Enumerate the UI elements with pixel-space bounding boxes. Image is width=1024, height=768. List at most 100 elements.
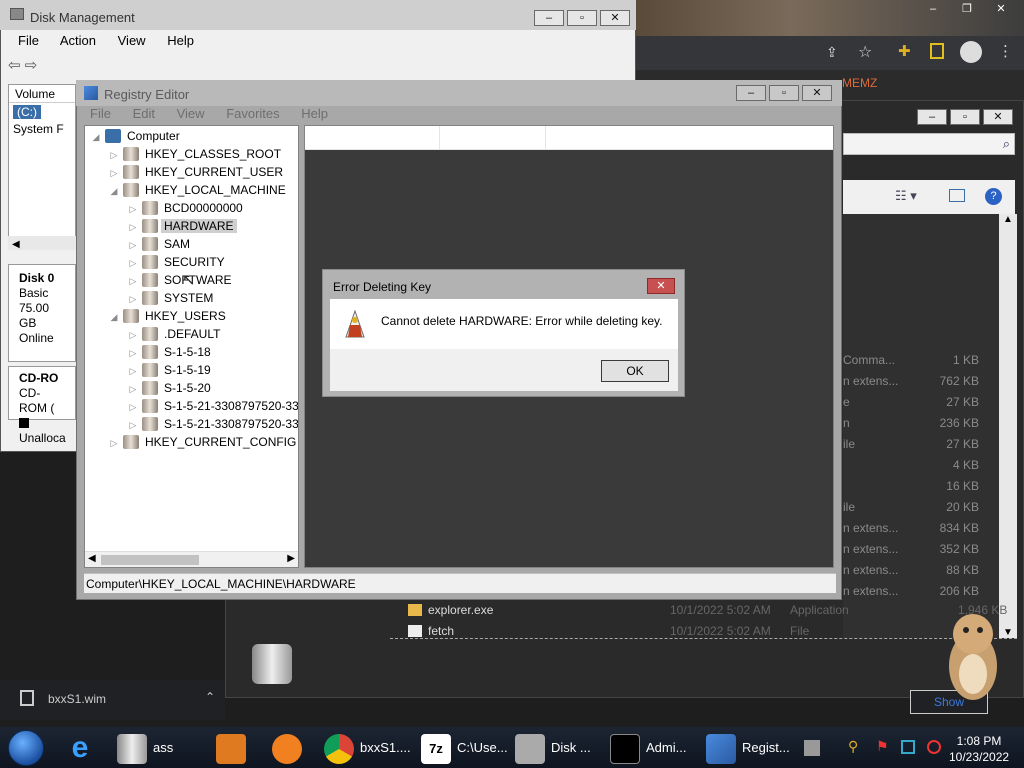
dm-close-button[interactable]: ✕ [600, 10, 630, 26]
list-item[interactable]: n extens... 834 KB [843, 518, 999, 539]
reg-minimize-button[interactable]: – [736, 85, 766, 101]
chrome-close-button[interactable]: ✕ [986, 2, 1016, 18]
tree-node-hklm[interactable]: ◢ HKEY_LOCAL_MACHINE [109, 181, 289, 199]
explorer-close-button[interactable]: ✕ [983, 109, 1013, 125]
explorer-search-box[interactable]: ⌕ [843, 133, 1015, 155]
menu-help[interactable]: Help [167, 33, 194, 48]
tree-node-hkcc[interactable]: ▷ HKEY_CURRENT_CONFIG [109, 433, 298, 451]
help-icon[interactable]: ? [985, 188, 1002, 205]
reg-close-button[interactable]: ✕ [802, 85, 832, 101]
taskbar-item-ass[interactable]: ass [117, 727, 173, 768]
tree-node-system[interactable]: ▷ SYSTEM [128, 289, 216, 307]
list-item[interactable]: ile 27 KB [843, 434, 999, 455]
dialog-close-button[interactable]: ✕ [647, 278, 675, 294]
chrome-menu-icon[interactable]: ⋮ [998, 42, 1013, 60]
view-options-icon[interactable]: ☷ ▾ [895, 188, 917, 204]
menu-file[interactable]: File [18, 33, 39, 48]
taskbar-item-7zip[interactable]: 7z C:\Use... [421, 727, 508, 768]
tree-node-s-1-5-21-a[interactable]: ▷ S-1-5-21-3308797520-336 [128, 397, 298, 415]
menu-edit[interactable]: Edit [133, 106, 155, 121]
tree-node-s-1-5-21-b[interactable]: ▷ S-1-5-21-3308797520-336 [128, 415, 298, 433]
explorer-scrollbar[interactable]: ▲ ▼ [999, 214, 1017, 638]
reg-maximize-button[interactable]: ▫ [769, 85, 799, 101]
list-item[interactable]: 16 KB [843, 476, 999, 497]
sidepanel-icon[interactable] [930, 43, 944, 59]
bookmark-star-icon[interactable]: ☆ [858, 42, 872, 62]
disk0-panel[interactable]: Disk 0 Basic 75.00 GB Online [8, 264, 76, 362]
taskbar-item-chrome[interactable]: bxxS1.... [324, 727, 411, 768]
scroll-left-icon[interactable]: ◀ [88, 553, 96, 564]
cdrom-panel[interactable]: CD-RO CD-ROM ( Unalloca [8, 366, 76, 445]
tree-node-s-1-5-20[interactable]: ▷ S-1-5-20 [128, 379, 214, 397]
scroll-left-icon[interactable]: ◀ [8, 239, 20, 250]
back-arrow-icon[interactable]: ⇦ [8, 57, 21, 74]
ie-icon[interactable]: e [62, 731, 98, 765]
tree-node-hardware[interactable]: ▷ HARDWARE [128, 217, 237, 235]
list-item[interactable]: 4 KB [843, 455, 999, 476]
list-item[interactable]: n 236 KB [843, 413, 999, 434]
tree-node-default[interactable]: ▷ .DEFAULT [128, 325, 223, 343]
profile-avatar[interactable] [960, 41, 982, 63]
tray-volume-icon[interactable] [927, 740, 941, 754]
taskbar-item-cmd[interactable]: Admi... [610, 727, 686, 768]
scroll-thumb[interactable] [101, 555, 199, 565]
dm-maximize-button[interactable]: ▫ [567, 10, 597, 26]
tree-node-s-1-5-18[interactable]: ▷ S-1-5-18 [128, 343, 214, 361]
list-item[interactable]: explorer.exe 10/1/2022 5:02 AM Applicati… [408, 603, 1007, 623]
list-item[interactable]: Comma... 1 KB [843, 350, 999, 371]
tree-node-hkcu[interactable]: ▷ HKEY_CURRENT_USER [109, 163, 286, 181]
dm-hscrollbar[interactable]: ◀ [8, 236, 76, 250]
ok-button[interactable]: OK [601, 360, 669, 382]
tree-hscrollbar[interactable]: ◀ ▶ [85, 551, 298, 567]
menu-view[interactable]: View [177, 106, 205, 121]
explorer-minimize-button[interactable]: – [917, 109, 947, 125]
share-icon[interactable]: ⇪ [826, 44, 838, 61]
menu-favorites[interactable]: Favorites [226, 106, 279, 121]
folder-icon [142, 291, 158, 305]
tray-search-icon[interactable]: ⚲ [848, 738, 858, 755]
menu-file[interactable]: File [90, 106, 111, 121]
list-item[interactable]: ile 20 KB [843, 497, 999, 518]
taskbar-item-disk[interactable]: Disk ... [515, 727, 591, 768]
scroll-up-icon[interactable]: ▲ [1003, 214, 1013, 225]
tree-node-computer[interactable]: ◢ Computer [91, 127, 183, 145]
taskbar-app-icon[interactable] [804, 740, 820, 756]
chevron-up-icon[interactable]: ⌃ [205, 690, 215, 704]
start-button[interactable] [8, 730, 44, 766]
menu-help[interactable]: Help [301, 106, 328, 121]
dm-minimize-button[interactable]: – [534, 10, 564, 26]
list-item[interactable]: n extens... 352 KB [843, 539, 999, 560]
taskbar-item-regedit[interactable]: Regist... [706, 727, 790, 768]
explorer-maximize-button[interactable]: ▫ [950, 109, 980, 125]
list-item[interactable]: n extens... 762 KB [843, 371, 999, 392]
forward-arrow-icon[interactable]: ⇨ [25, 57, 38, 74]
menu-view[interactable]: View [118, 33, 146, 48]
tray-network-icon[interactable] [901, 740, 915, 754]
scroll-right-icon[interactable]: ▶ [287, 553, 295, 564]
menu-action[interactable]: Action [60, 33, 96, 48]
chrome-maximize-button[interactable]: ❐ [952, 2, 982, 18]
list-item[interactable]: n extens... 88 KB [843, 560, 999, 581]
list-item[interactable]: System F [9, 121, 75, 137]
tree-node-bcd[interactable]: ▷ BCD00000000 [128, 199, 246, 217]
tray-flag-icon[interactable]: ⚑ [876, 738, 889, 755]
tree-node-hku[interactable]: ◢ HKEY_USERS [109, 307, 229, 325]
clock[interactable]: 1:08 PM 10/23/2022 [949, 733, 1009, 765]
list-item[interactable]: n extens... 206 KB [843, 581, 999, 602]
list-item[interactable]: (C:) [9, 103, 75, 121]
taskbar-media-player[interactable] [216, 727, 252, 768]
tree-node-s-1-5-19[interactable]: ▷ S-1-5-19 [128, 361, 214, 379]
taskbar-app-orange[interactable] [272, 727, 308, 768]
tree-node-hkcr[interactable]: ▷ HKEY_CLASSES_ROOT [109, 145, 284, 163]
tree-node-sam[interactable]: ▷ SAM [128, 235, 193, 253]
values-column-header[interactable] [305, 126, 833, 150]
chrome-tab-memz[interactable]: MEMZ [842, 76, 877, 90]
list-item[interactable]: e 27 KB [843, 392, 999, 413]
extensions-icon[interactable]: ✚ [898, 42, 911, 60]
download-filename[interactable]: bxxS1.wim [48, 692, 106, 706]
preview-pane-icon[interactable] [949, 189, 965, 202]
chrome-minimize-button[interactable]: – [918, 2, 948, 18]
list-item[interactable]: fetch 10/1/2022 5:02 AM File [408, 624, 809, 644]
column-header-volume[interactable]: Volume [9, 85, 75, 103]
tree-node-security[interactable]: ▷ SECURITY [128, 253, 228, 271]
